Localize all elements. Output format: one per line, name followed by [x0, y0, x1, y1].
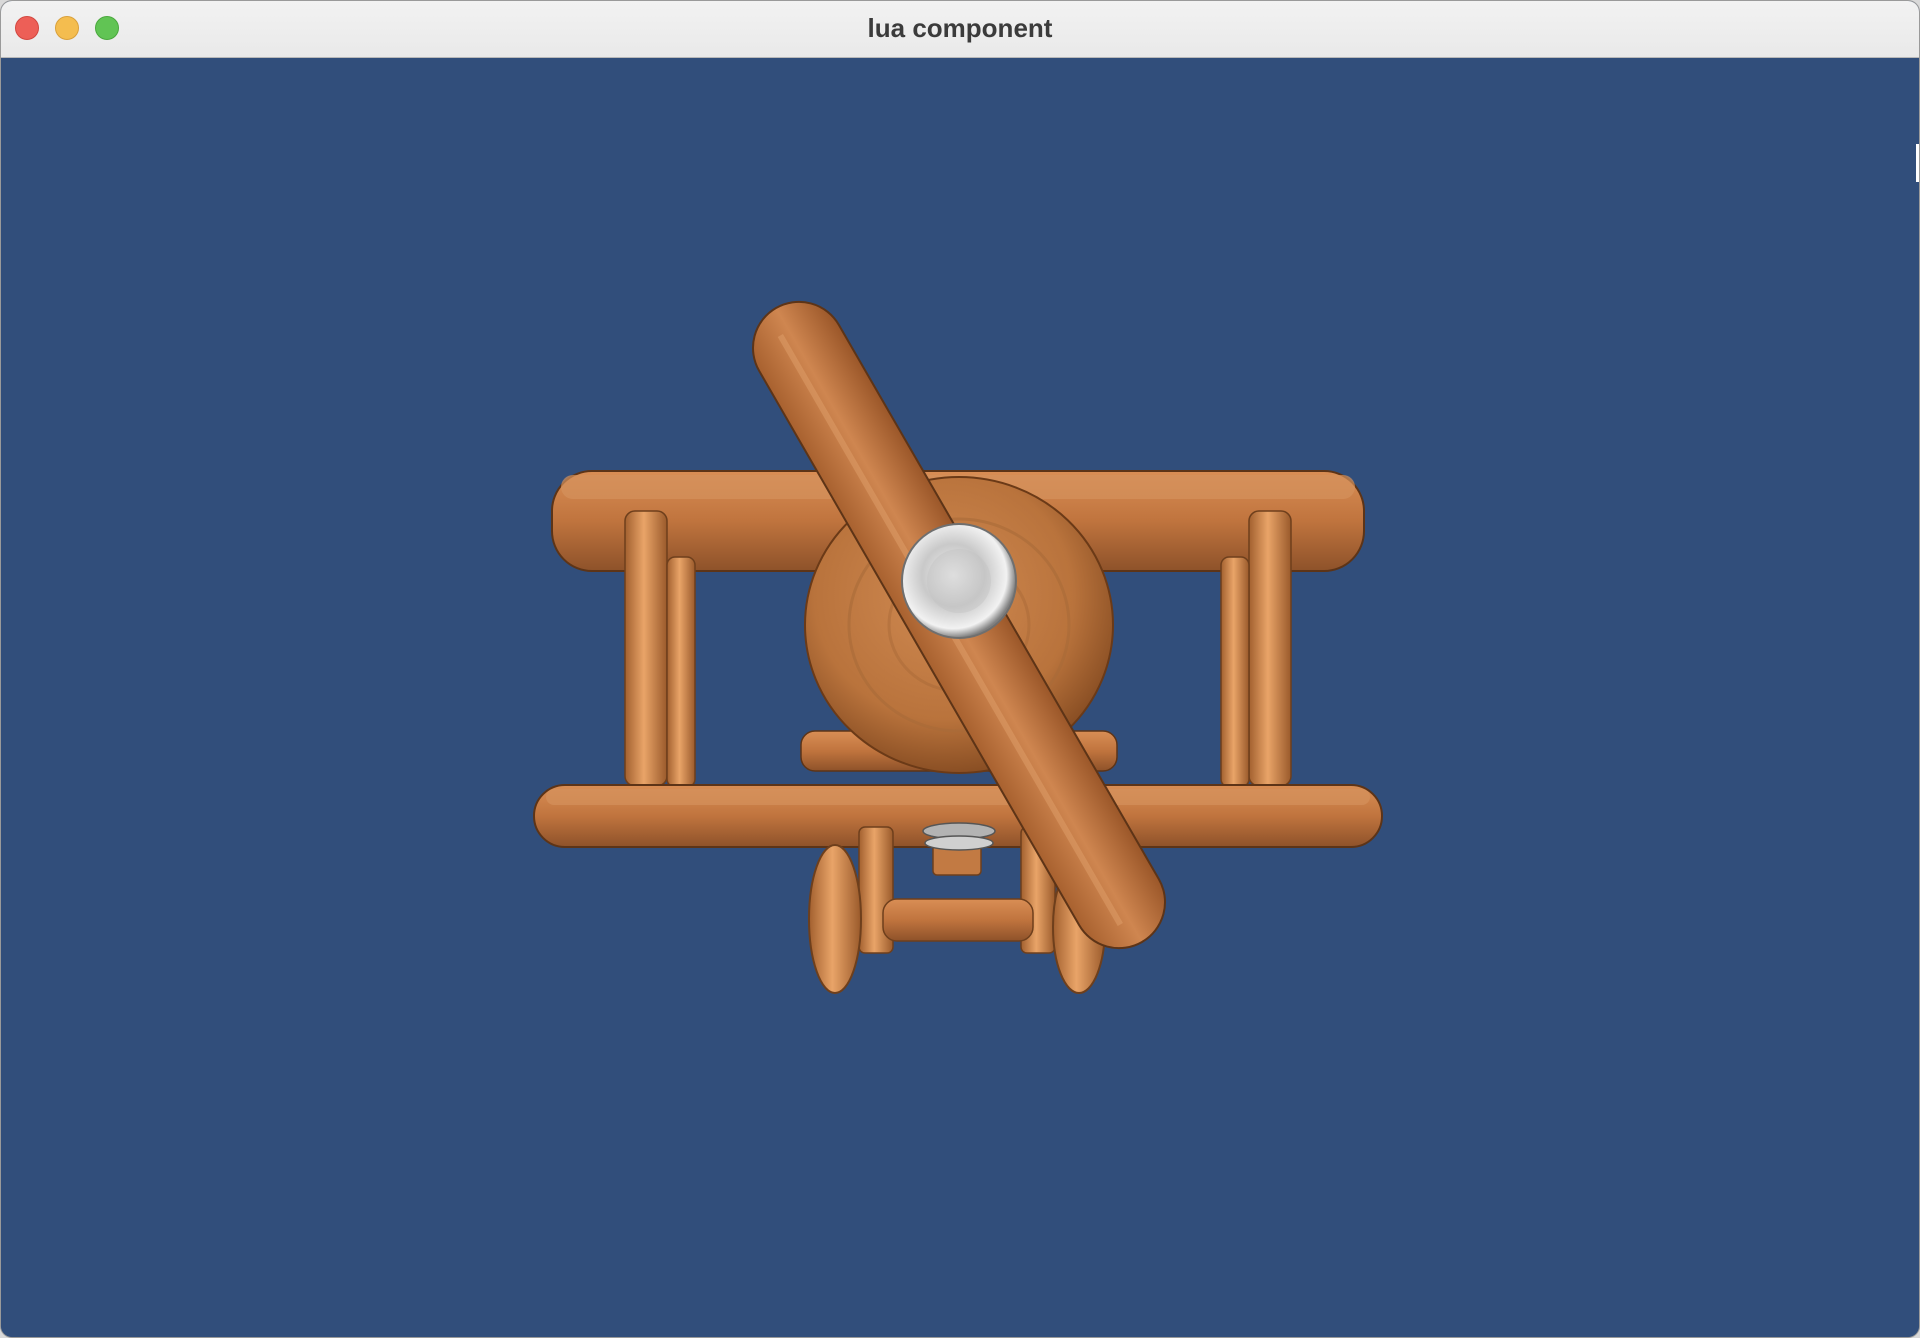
title-bar[interactable]: lua component: [1, 1, 1919, 58]
scroll-indicator[interactable]: [1916, 144, 1919, 182]
window-title: lua component: [867, 13, 1053, 43]
left-wheel: [808, 844, 862, 994]
render-viewport[interactable]: [1, 58, 1919, 1337]
biplane-model: [533, 300, 1383, 994]
app-window: lua component: [0, 0, 1920, 1338]
